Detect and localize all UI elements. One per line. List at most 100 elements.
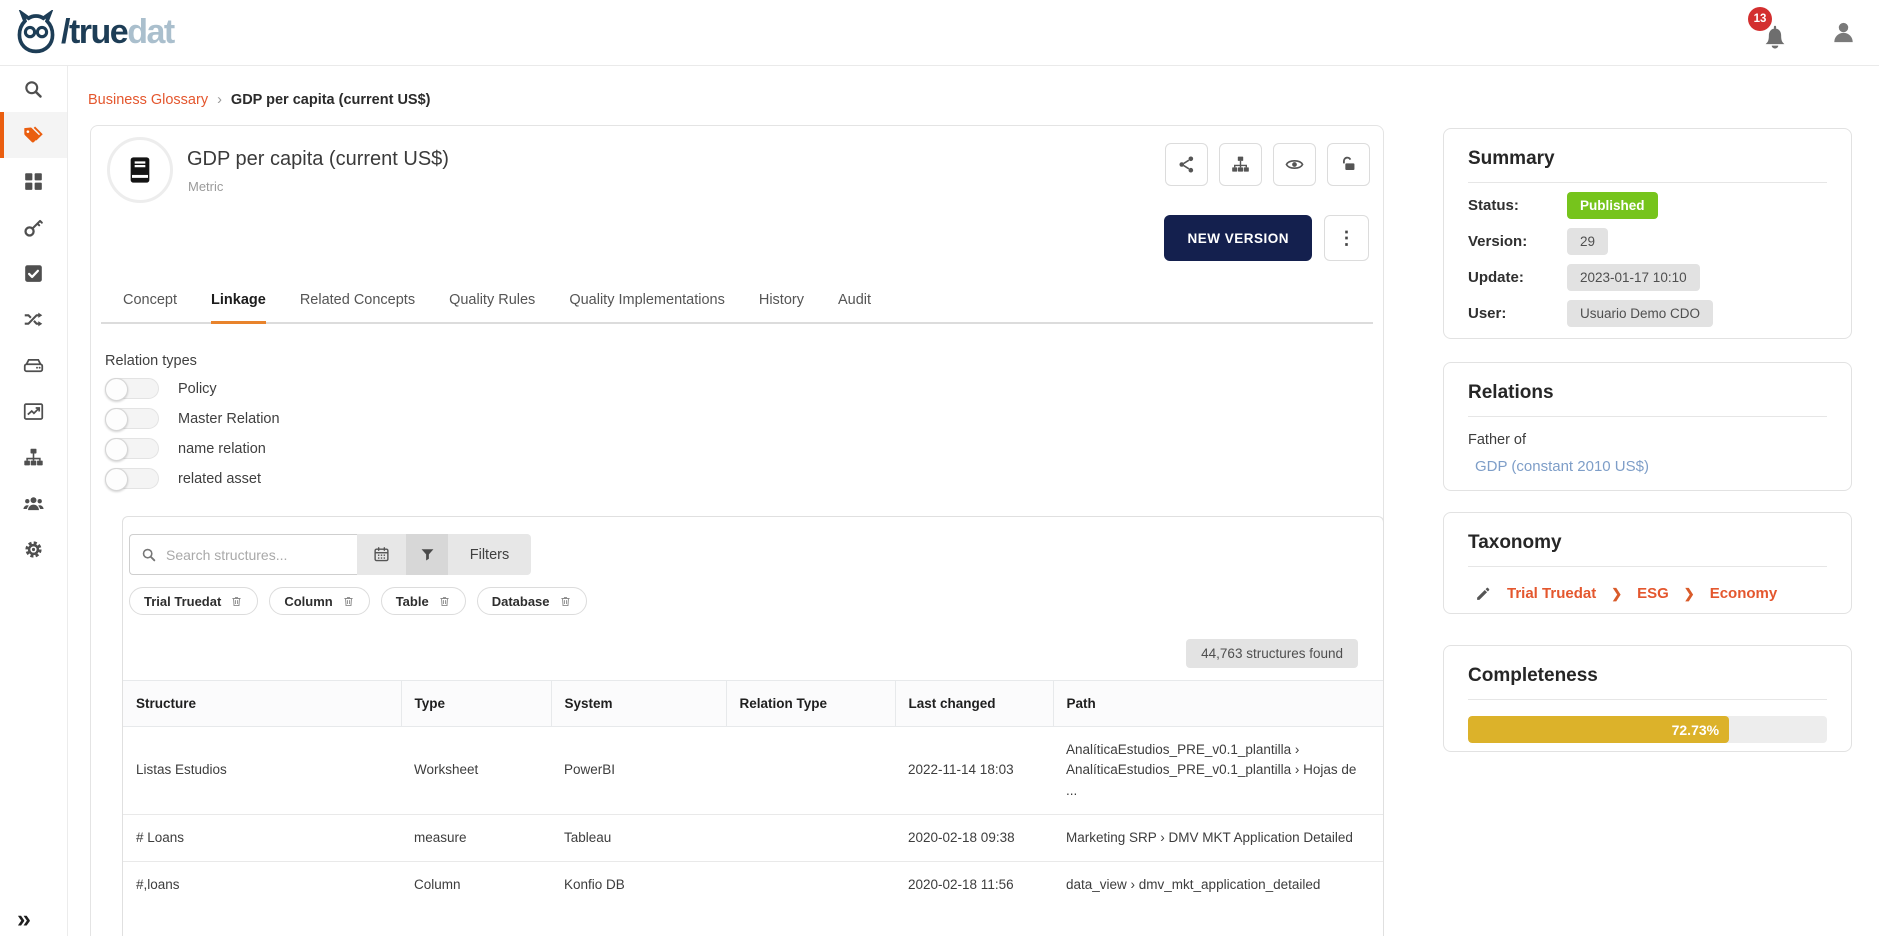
sidebar-item-glossary[interactable] bbox=[0, 112, 67, 158]
breadcrumb-business-glossary[interactable]: Business Glossary bbox=[88, 92, 208, 108]
chip-label: Trial Truedat bbox=[144, 594, 221, 609]
table-row[interactable]: #,loans Column Konfio DB 2020-02-18 11:5… bbox=[123, 862, 1383, 909]
summary-row-version: Version: 29 bbox=[1468, 228, 1827, 255]
watch-button[interactable] bbox=[1273, 143, 1316, 186]
taxonomy-link-subdomain[interactable]: ESG bbox=[1637, 585, 1669, 602]
sidebar-item-search[interactable] bbox=[0, 66, 67, 112]
chart-line-icon bbox=[23, 401, 44, 422]
col-header-system[interactable]: System bbox=[551, 681, 726, 727]
chip-trial-truedat[interactable]: Trial Truedat bbox=[129, 587, 258, 615]
chip-column[interactable]: Column bbox=[269, 587, 369, 615]
cell-structure: #,loans bbox=[123, 862, 401, 909]
user-label: User: bbox=[1468, 305, 1567, 322]
user-groups-icon bbox=[23, 493, 44, 514]
more-actions-button[interactable]: ⋮ bbox=[1324, 215, 1369, 261]
tab-audit[interactable]: Audit bbox=[838, 284, 871, 322]
tab-linkage[interactable]: Linkage bbox=[211, 284, 266, 324]
pencil-icon[interactable] bbox=[1475, 585, 1492, 602]
active-filter-chips: Trial Truedat Column Table Database bbox=[129, 587, 1383, 615]
filters-button[interactable]: Filters bbox=[448, 534, 531, 575]
chip-database[interactable]: Database bbox=[477, 587, 587, 615]
sidebar-item-groups[interactable] bbox=[0, 480, 67, 526]
taxonomy-link-domain[interactable]: Trial Truedat bbox=[1507, 585, 1596, 602]
structures-panel: Filters Trial Truedat Column Table Datab… bbox=[122, 516, 1384, 936]
name-relation-toggle[interactable] bbox=[105, 438, 159, 459]
structures-search-bar: Filters bbox=[129, 534, 531, 575]
trash-icon[interactable] bbox=[342, 595, 355, 608]
master-relation-toggle[interactable] bbox=[105, 408, 159, 429]
sidebar-item-permissions[interactable] bbox=[0, 204, 67, 250]
cell-last-changed: 2022-11-14 18:03 bbox=[895, 727, 1053, 815]
tab-quality-implementations[interactable]: Quality Implementations bbox=[569, 284, 725, 322]
completeness-value: 72.73% bbox=[1672, 722, 1719, 738]
concept-actions bbox=[1165, 143, 1370, 186]
tab-quality-rules[interactable]: Quality Rules bbox=[449, 284, 535, 322]
user-menu-button[interactable] bbox=[1830, 19, 1857, 46]
related-asset-toggle[interactable] bbox=[105, 468, 159, 489]
col-header-last-changed[interactable]: Last changed bbox=[895, 681, 1053, 727]
share-button[interactable] bbox=[1165, 143, 1208, 186]
tab-concept[interactable]: Concept bbox=[123, 284, 177, 322]
sidebar-item-quality[interactable] bbox=[0, 250, 67, 296]
notifications-button[interactable]: 13 bbox=[1760, 15, 1790, 51]
sidebar-item-systems[interactable] bbox=[0, 342, 67, 388]
related-concept-link[interactable]: GDP (constant 2010 US$) bbox=[1475, 458, 1649, 475]
relations-title: Relations bbox=[1468, 382, 1827, 404]
master-relation-toggle-label: Master Relation bbox=[178, 411, 280, 427]
taxonomy-title: Taxonomy bbox=[1468, 532, 1827, 554]
col-header-type[interactable]: Type bbox=[401, 681, 551, 727]
permissions-button[interactable] bbox=[1327, 143, 1370, 186]
filter-toggle-button[interactable] bbox=[406, 534, 448, 575]
policy-toggle-label: Policy bbox=[178, 381, 217, 397]
check-square-icon bbox=[23, 263, 44, 284]
name-relation-toggle-label: name relation bbox=[178, 441, 266, 457]
trash-icon[interactable] bbox=[438, 595, 451, 608]
col-header-path[interactable]: Path bbox=[1053, 681, 1383, 727]
date-filter-button[interactable] bbox=[357, 534, 406, 575]
relations-panel: Relations Father of GDP (constant 2010 U… bbox=[1443, 362, 1852, 491]
search-structures-input[interactable] bbox=[166, 547, 346, 563]
eye-icon bbox=[1285, 155, 1304, 174]
trash-icon[interactable] bbox=[559, 595, 572, 608]
sidebar-item-modules[interactable] bbox=[0, 158, 67, 204]
truedat-logo[interactable]: /truedat bbox=[13, 10, 174, 56]
sidebar-expand-button[interactable]: » bbox=[0, 907, 67, 932]
tab-related-concepts[interactable]: Related Concepts bbox=[300, 284, 415, 322]
status-badge: Published bbox=[1567, 192, 1658, 219]
summary-panel: Summary Status: Published Version: 29 Up… bbox=[1443, 128, 1852, 339]
user-badge: Usuario Demo CDO bbox=[1567, 300, 1713, 327]
taxonomy-link-leaf[interactable]: Economy bbox=[1710, 585, 1778, 602]
toggle-row-related-asset: related asset bbox=[105, 468, 280, 489]
summary-row-status: Status: Published bbox=[1468, 192, 1827, 219]
toggle-row-policy: Policy bbox=[105, 378, 280, 399]
unlock-icon bbox=[1339, 155, 1358, 174]
cell-system: Tableau bbox=[551, 814, 726, 861]
cell-type: Column bbox=[401, 862, 551, 909]
modules-grid-icon bbox=[23, 171, 44, 192]
taxonomy-panel: Taxonomy Trial Truedat ❯ ESG ❯ Economy bbox=[1443, 512, 1852, 614]
version-badge: 29 bbox=[1567, 228, 1608, 255]
sidebar-item-settings[interactable] bbox=[0, 526, 67, 572]
chip-table[interactable]: Table bbox=[381, 587, 466, 615]
col-header-relation-type[interactable]: Relation Type bbox=[726, 681, 895, 727]
tab-history[interactable]: History bbox=[759, 284, 804, 322]
cell-system: Konfio DB bbox=[551, 862, 726, 909]
table-row[interactable]: Listas Estudios Worksheet PowerBI 2022-1… bbox=[123, 727, 1383, 815]
policy-toggle[interactable] bbox=[105, 378, 159, 399]
col-header-structure[interactable]: Structure bbox=[123, 681, 401, 727]
breadcrumb: Business Glossary › GDP per capita (curr… bbox=[88, 92, 431, 108]
lineage-button[interactable] bbox=[1219, 143, 1262, 186]
owl-logo-icon bbox=[13, 10, 59, 56]
relation-group-label: Father of bbox=[1468, 432, 1827, 448]
table-row[interactable]: # Loans measure Tableau 2020-02-18 09:38… bbox=[123, 814, 1383, 861]
completeness-panel: Completeness 72.73% bbox=[1443, 645, 1852, 752]
divider bbox=[1468, 699, 1827, 700]
new-version-button[interactable]: NEW VERSION bbox=[1164, 215, 1312, 261]
sidebar-item-insights[interactable] bbox=[0, 388, 67, 434]
search-icon bbox=[141, 547, 157, 563]
version-label: Version: bbox=[1468, 233, 1567, 250]
trash-icon[interactable] bbox=[230, 595, 243, 608]
search-icon bbox=[23, 79, 44, 100]
sidebar-item-relations[interactable] bbox=[0, 296, 67, 342]
sidebar-item-lineage[interactable] bbox=[0, 434, 67, 480]
